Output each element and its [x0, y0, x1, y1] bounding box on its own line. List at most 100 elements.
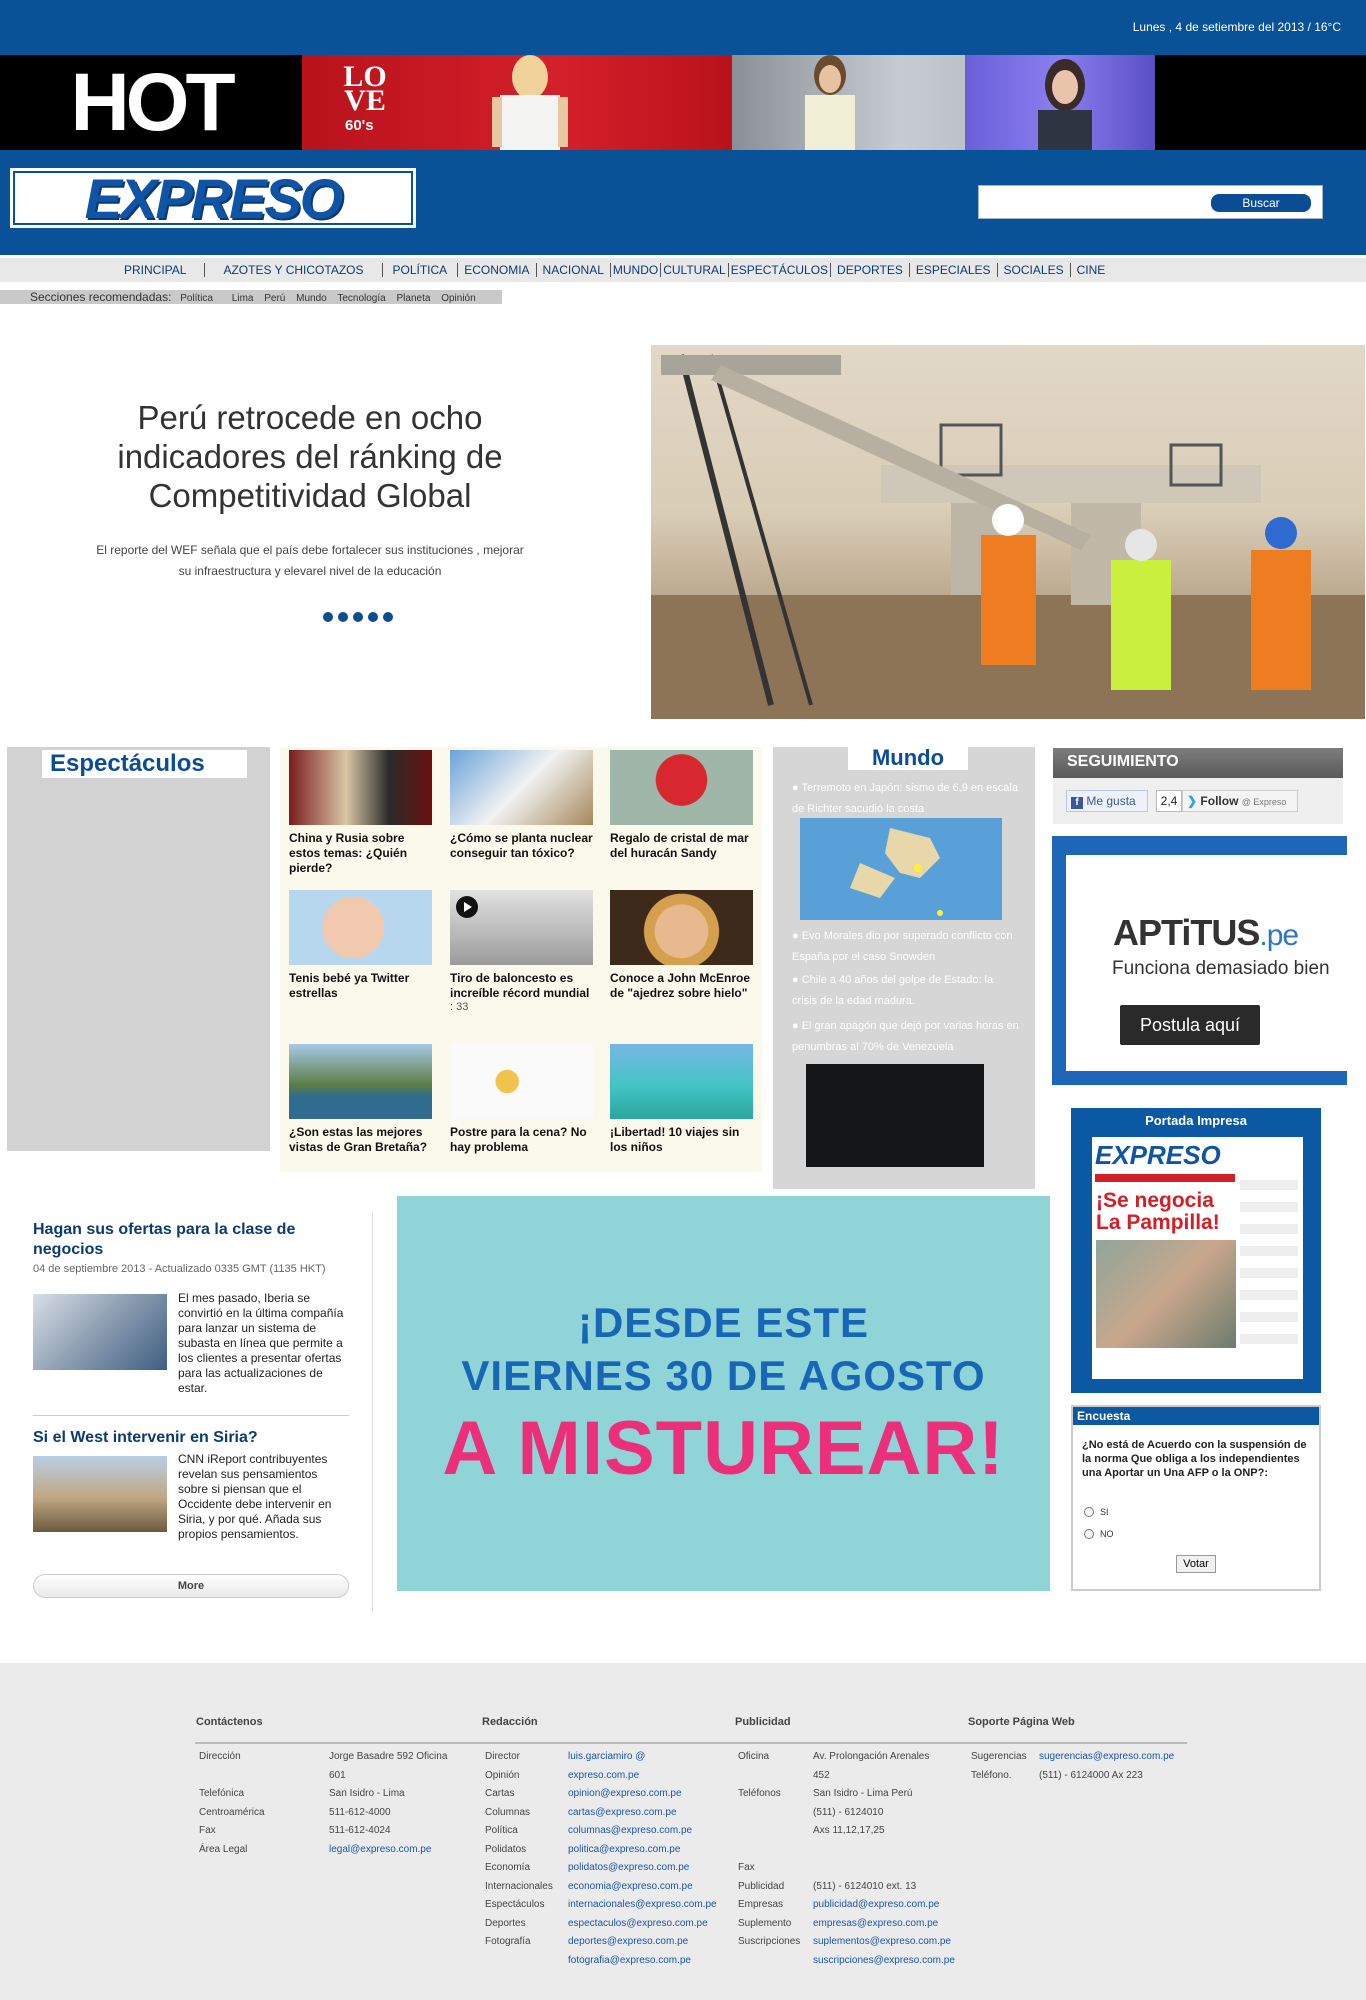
- expreso-logo[interactable]: EXPRESO: [10, 168, 416, 228]
- mundo-item-3[interactable]: ● Chile a 40 años del golpe de Estado: l…: [792, 970, 1020, 1012]
- cnn-thumb-iberia[interactable]: [33, 1294, 167, 1370]
- esp-card-2[interactable]: ¿Cómo se planta nuclear conseguir tan tó…: [450, 750, 595, 861]
- mundo-image-blackout[interactable]: [806, 1064, 984, 1167]
- encuesta-option-si[interactable]: SI: [1084, 1507, 1109, 1517]
- footer-email-link[interactable]: publicidad@expreso.com.pe: [813, 1896, 955, 1915]
- esp-card-9[interactable]: ¡Libertad! 10 viajes sin los niños: [610, 1044, 755, 1155]
- radio-icon[interactable]: [1084, 1529, 1094, 1539]
- footer-value: (511) - 6124010: [813, 1806, 884, 1818]
- hot-logo: HOT: [0, 55, 302, 150]
- slider-dot[interactable]: [368, 612, 378, 622]
- mundo-item-1[interactable]: ● Terremoto en Japón: sismo de 6,9 en es…: [792, 778, 1020, 820]
- esp-thumb-china-russia: [289, 750, 432, 825]
- footer-label: Columnas: [485, 1806, 531, 1818]
- rec-link-peru[interactable]: Perú: [264, 293, 285, 304]
- footer-label: Teléfono.: [971, 1769, 1012, 1781]
- nav-item-azotes[interactable]: AZOTES Y CHICOTAZOS: [205, 263, 383, 277]
- footer-value: (511) - 6124010 ext. 13: [813, 1880, 917, 1892]
- slider-dot[interactable]: [383, 612, 393, 622]
- search-input[interactable]: [985, 192, 1205, 212]
- footer-email-link[interactable]: politica@expreso.com.pe: [568, 1841, 717, 1860]
- nav-item-espectaculos[interactable]: ESPECTÁCULOS: [729, 263, 832, 277]
- play-icon[interactable]: [456, 896, 478, 918]
- footer-email-link[interactable]: luis.garciamiro @: [568, 1748, 717, 1767]
- footer-value: Av. Prolongación Arenales: [813, 1751, 930, 1762]
- rec-link-tecnologia[interactable]: Tecnología: [337, 293, 385, 304]
- promo-line-1: ¡DESDE ESTE: [577, 1299, 870, 1346]
- rec-link-mundo[interactable]: Mundo: [296, 293, 327, 304]
- esp-card-6[interactable]: Conoce a John McEnroe de "ajedrez sobre …: [610, 890, 755, 1001]
- rec-link-opinion[interactable]: Opinión: [441, 293, 475, 304]
- footer-label: Deportes: [485, 1917, 526, 1929]
- footer-email-link[interactable]: deportes@expreso.com.pe: [568, 1933, 717, 1952]
- vote-button[interactable]: Votar: [1176, 1555, 1216, 1573]
- footer-email-link[interactable]: espectaculos@expreso.com.pe: [568, 1915, 717, 1934]
- hero-headline[interactable]: Perú retrocede en ocho indicadores del r…: [70, 398, 550, 515]
- footer-email-link[interactable]: cartas@expreso.com.pe: [568, 1804, 717, 1823]
- nav-item-principal[interactable]: PRINCIPAL: [118, 263, 206, 277]
- nav-item-politica[interactable]: POLÍTICA: [383, 263, 459, 277]
- nav-item-cultural[interactable]: CULTURAL: [661, 263, 729, 277]
- nav-item-sociales[interactable]: SOCIALES: [998, 263, 1071, 277]
- love-sub-text: 60's: [345, 117, 374, 134]
- slider-dot[interactable]: [338, 612, 348, 622]
- esp-caption: Conoce a John McEnroe de "ajedrez sobre …: [610, 971, 751, 1000]
- footer-email-link[interactable]: empresas@expreso.com.pe: [813, 1915, 955, 1934]
- nav-item-cine[interactable]: CINE: [1071, 263, 1112, 277]
- more-button[interactable]: More: [33, 1574, 349, 1598]
- footer-label: Internacionales: [485, 1880, 553, 1892]
- hero-image-construction[interactable]: [651, 345, 1365, 719]
- mundo-item-2[interactable]: ● Evo Morales dio por superado conflicto…: [792, 926, 1020, 968]
- cnn-story-title[interactable]: Hagan sus ofertas para la clase de negoc…: [33, 1220, 333, 1260]
- model-image-1: [492, 55, 568, 150]
- twitter-follow-button[interactable]: ❯ Follow @ Expreso: [1182, 790, 1298, 812]
- rec-link-politica[interactable]: Política: [180, 293, 213, 304]
- ad-banner-hot[interactable]: HOT LOVE 60's: [0, 55, 1366, 150]
- espectaculos-title[interactable]: Espectáculos: [42, 750, 247, 778]
- esp-card-3[interactable]: Regalo de cristal de mar del huracán San…: [610, 750, 755, 861]
- footer-email-link[interactable]: suscripciones@expreso.com.pe: [813, 1952, 955, 1971]
- footer-heading-publicidad: Publicidad: [735, 1716, 791, 1728]
- facebook-like-button[interactable]: f Me gusta: [1066, 790, 1148, 812]
- radio-icon[interactable]: [1084, 1507, 1094, 1517]
- aptitus-apply-button[interactable]: Postula aquí: [1120, 1005, 1260, 1045]
- footer-email-link[interactable]: sugerencias@expreso.com.pe: [1039, 1748, 1174, 1767]
- footer-email-link[interactable]: economia@expreso.com.pe: [568, 1878, 717, 1897]
- nav-item-nacional[interactable]: NACIONAL: [537, 263, 611, 277]
- esp-thumb-baby: [289, 890, 432, 965]
- mundo-title[interactable]: Mundo: [848, 746, 968, 770]
- footer-email-link[interactable]: polidatos@expreso.com.pe: [568, 1859, 717, 1878]
- nav-item-deportes[interactable]: DEPORTES: [831, 263, 910, 277]
- nav-item-especiales[interactable]: ESPECIALES: [910, 263, 998, 277]
- esp-card-7[interactable]: ¿Son estas las mejores vistas de Gran Br…: [289, 1044, 434, 1155]
- cnn-thumb-syria[interactable]: [33, 1456, 167, 1532]
- footer-email-link[interactable]: fotografia@expreso.com.pe: [568, 1952, 717, 1971]
- encuesta-title: Encuesta: [1073, 1407, 1319, 1425]
- slider-dot[interactable]: [353, 612, 363, 622]
- mundo-item-text: El gran apagón que dejó por varias horas…: [792, 1020, 1019, 1053]
- footer-email-link[interactable]: columnas@expreso.com.pe: [568, 1822, 717, 1841]
- mundo-item-4[interactable]: ● El gran apagón que dejó por varias hor…: [792, 1016, 1020, 1058]
- esp-card-5[interactable]: Tiro de baloncesto es increíble récord m…: [450, 890, 595, 1013]
- rec-link-lima[interactable]: Lima: [232, 293, 254, 304]
- nav-item-mundo[interactable]: MUNDO: [611, 263, 662, 277]
- love-text: LOVE: [343, 60, 387, 117]
- search-button[interactable]: Buscar: [1211, 194, 1311, 212]
- rec-link-planeta[interactable]: Planeta: [397, 293, 431, 304]
- footer-value: San Isidro - Lima: [329, 1788, 405, 1799]
- footer-email-link[interactable]: suplementos@expreso.com.pe: [813, 1933, 955, 1952]
- cnn-story-title[interactable]: Si el West intervenir en Siria?: [33, 1428, 333, 1448]
- footer-email-link[interactable]: opinion@expreso.com.pe: [568, 1785, 717, 1804]
- nav-item-economia[interactable]: ECONOMIA: [458, 263, 537, 277]
- esp-card-1[interactable]: China y Rusia sobre estos temas: ¿Quién …: [289, 750, 434, 876]
- encuesta-option-no[interactable]: NO: [1084, 1529, 1114, 1539]
- footer-email-link[interactable]: internacionales@expreso.com.pe: [568, 1896, 717, 1915]
- footer-label: Empresas: [738, 1899, 784, 1910]
- hero-slider-dots: [323, 612, 393, 622]
- promo-line-3: A MISTUREAR!: [442, 1406, 1005, 1491]
- esp-card-4[interactable]: Tenis bebé ya Twitter estrellas: [289, 890, 434, 1001]
- footer-email-link[interactable]: legal@expreso.com.pe: [329, 1841, 447, 1860]
- esp-card-8[interactable]: Postre para la cena? No hay problema: [450, 1044, 595, 1155]
- footer-email-link[interactable]: expreso.com.pe: [568, 1767, 717, 1786]
- slider-dot[interactable]: [323, 612, 333, 622]
